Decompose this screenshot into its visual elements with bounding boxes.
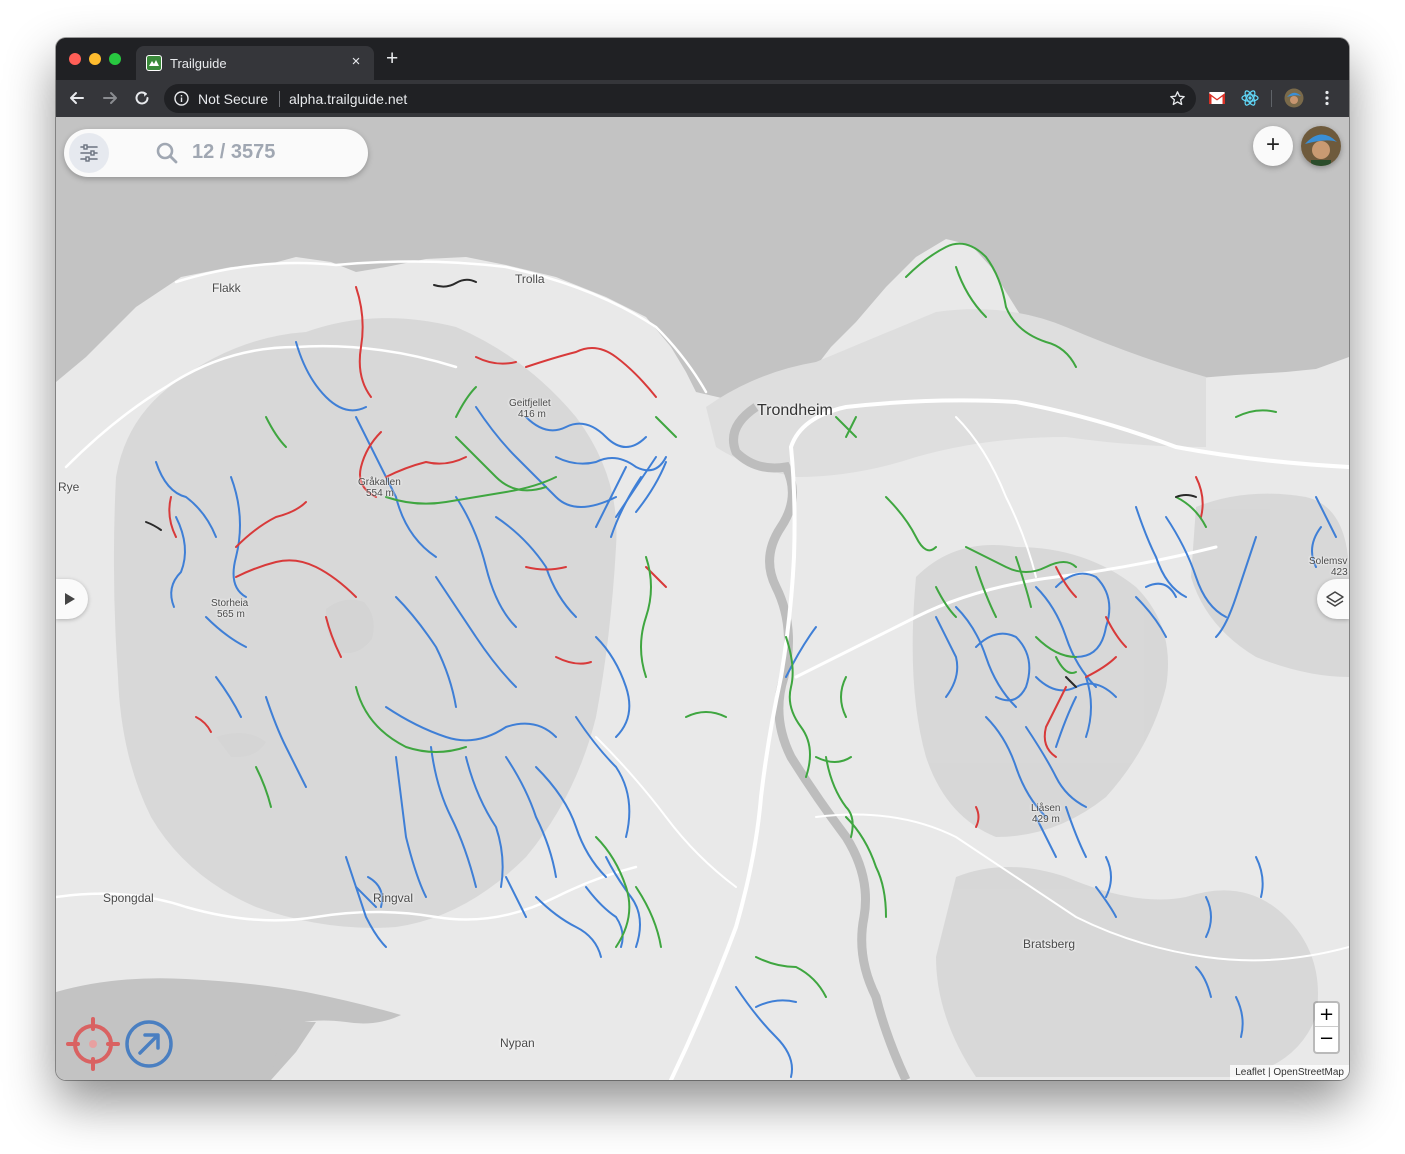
place-label-storheia-elevation: 565 m [217,609,245,620]
map-viewport[interactable]: Flakk Trolla Trondheim Geitfjellet 416 m… [56,117,1349,1080]
address-separator [279,91,280,107]
map-attribution: Leaflet | OpenStreetMap [1230,1065,1349,1080]
close-window-button[interactable] [69,53,81,65]
avatar-photo-icon [1301,126,1341,166]
place-label-nypan: Nypan [500,1036,535,1050]
place-label-geitfjellet: Geitfjellet [509,398,551,409]
place-label-spongdal: Spongdal [103,891,154,905]
place-label-bratsberg: Bratsberg [1023,937,1076,951]
maximize-window-button[interactable] [109,53,121,65]
place-label-laasen: Liåsen [1031,803,1061,814]
place-label-trolla: Trolla [515,272,545,286]
trail-count-text[interactable]: 12 / 3575 [192,141,275,164]
locate-me-icon[interactable] [66,1017,120,1071]
place-label-graakallen: Gråkallen [358,477,401,488]
chrome-menu-icon[interactable] [1317,88,1337,108]
place-label-ringval: Ringval [373,891,414,905]
security-label: Not Secure [198,91,269,107]
address-bar[interactable]: Not Secure alpha.trailguide.net [164,84,1196,113]
zoom-out-button[interactable]: − [1315,1027,1338,1051]
filter-button[interactable] [69,133,109,173]
search-panel[interactable]: 12 / 3575 [64,129,368,177]
toolbar-divider [1271,90,1272,107]
sidebar-toggle-button[interactable] [56,579,88,619]
place-label-graakallen-elevation: 554 m [366,488,394,499]
bookmark-star-icon[interactable] [1169,90,1186,107]
search-icon[interactable] [156,142,178,164]
place-label-solemsv: Solemsv [1309,556,1348,567]
back-arrow-icon[interactable] [66,87,88,109]
layers-button[interactable] [1317,579,1349,619]
tab-trailguide[interactable]: Trailguide × [136,46,374,80]
user-avatar[interactable] [1301,126,1341,166]
layers-icon [1326,591,1344,607]
zoom-in-button[interactable]: + [1315,1003,1338,1027]
url-text[interactable]: alpha.trailguide.net [289,91,407,107]
profile-avatar-icon[interactable] [1284,88,1304,108]
place-label-trondheim: Trondheim [757,402,833,419]
place-label-geitfjellet-elevation: 416 m [518,409,546,420]
place-label-storheia: Storheia [211,598,249,609]
attribution-osm-link[interactable]: OpenStreetMap [1273,1067,1344,1078]
map-canvas[interactable] [56,117,1349,1080]
forward-arrow-icon[interactable] [99,87,121,109]
add-trail-button[interactable]: + [1253,126,1293,166]
info-icon[interactable] [174,91,189,106]
tab-strip: Trailguide × + [56,38,1349,80]
reload-icon[interactable] [131,87,153,109]
new-tab-button[interactable]: + [386,48,398,69]
attribution-leaflet-link[interactable]: Leaflet [1235,1067,1265,1078]
place-label-flakk: Flakk [212,281,241,295]
tab-title: Trailguide [170,56,227,71]
sliders-icon [80,144,98,162]
minimize-window-button[interactable] [89,53,101,65]
place-label-laasen-elevation: 429 m [1032,814,1060,825]
place-label-solemsv-elevation: 423 [1331,567,1348,578]
follow-direction-icon[interactable] [124,1019,174,1069]
zoom-control: + − [1313,1001,1340,1054]
react-devtools-icon[interactable] [1240,88,1260,108]
gmail-extension-icon[interactable] [1207,88,1227,108]
browser-toolbar: Not Secure alpha.trailguide.net [56,80,1349,117]
trailguide-favicon-icon [146,55,162,71]
tab-close-icon[interactable]: × [347,53,365,70]
place-label-rye: Rye [58,480,80,494]
play-triangle-icon [65,593,75,605]
browser-window: Trailguide × + Not Secure alpha.trailgui… [56,38,1349,1080]
